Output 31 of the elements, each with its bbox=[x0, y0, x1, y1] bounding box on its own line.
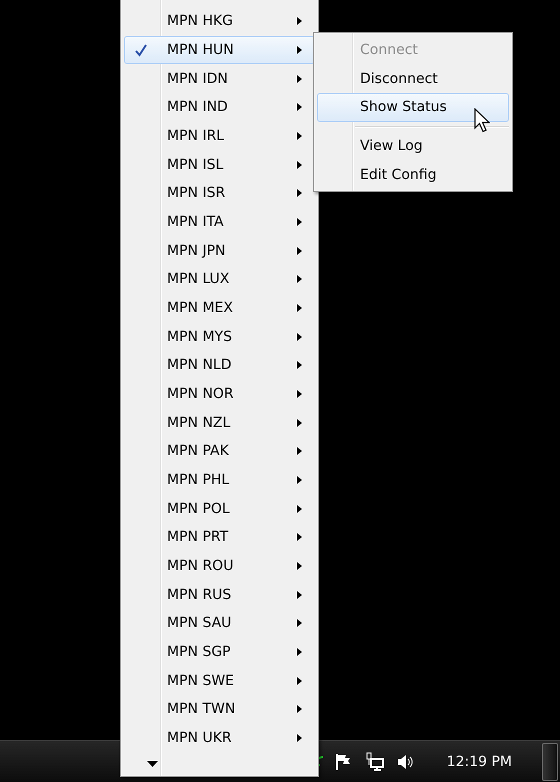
menu-item[interactable]: MPN ISR bbox=[124, 179, 315, 208]
menu-item[interactable]: Show Status bbox=[317, 93, 509, 122]
menu-item[interactable]: MPN NOR bbox=[124, 380, 315, 408]
menu-item[interactable]: MPN MEX bbox=[124, 294, 315, 322]
menu-item[interactable]: MPN IND bbox=[124, 93, 315, 122]
menu-item[interactable]: MPN PRT bbox=[124, 523, 315, 552]
menu-item[interactable]: MPN POL bbox=[124, 494, 315, 524]
menu-item[interactable]: MPN SGP bbox=[124, 638, 315, 666]
menu-item[interactable]: MPN MYS bbox=[124, 322, 315, 352]
clock[interactable]: 12:19 PM bbox=[446, 754, 512, 770]
menu-item[interactable]: MPN IRL bbox=[124, 122, 315, 150]
menu-item[interactable]: MPN RUS bbox=[124, 580, 315, 610]
menu-item[interactable]: View Log bbox=[317, 132, 509, 160]
menu-item[interactable]: MPN HKG bbox=[124, 7, 315, 36]
menu-item[interactable]: MPN HUN bbox=[124, 36, 315, 64]
menu-item[interactable]: MPN PHL bbox=[124, 466, 315, 494]
menu-item[interactable]: MPN SAU bbox=[124, 609, 315, 638]
menu-item[interactable]: MPN ISL bbox=[124, 150, 315, 180]
menu-item[interactable]: MPN PAK bbox=[124, 437, 315, 466]
menu-item[interactable]: MPN UKR bbox=[124, 724, 315, 752]
menu-item[interactable]: Disconnect bbox=[317, 64, 509, 94]
menu-item[interactable]: MPN SWE bbox=[124, 666, 315, 696]
menu-item[interactable]: Edit Config bbox=[317, 160, 509, 189]
menu-item[interactable]: MPN IDN bbox=[124, 64, 315, 94]
menu-item[interactable]: MPN TWN bbox=[124, 695, 315, 724]
menu-item[interactable]: MPN ROU bbox=[124, 552, 315, 580]
menu-item[interactable]: MPN LUX bbox=[124, 265, 315, 294]
menu-item[interactable]: MPN JPN bbox=[124, 236, 315, 266]
menu-item[interactable]: MPN NLD bbox=[124, 351, 315, 380]
menu-item[interactable]: MPN NZL bbox=[124, 408, 315, 438]
menu-item[interactable]: MPN ITA bbox=[124, 208, 315, 236]
